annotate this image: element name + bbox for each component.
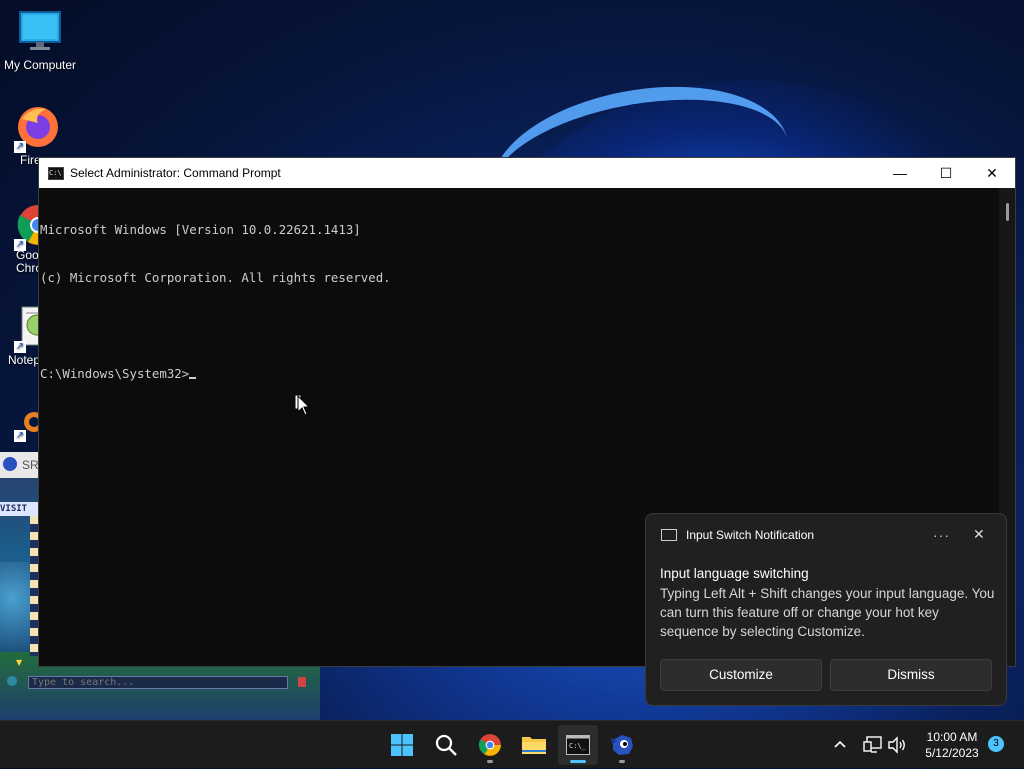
taskbar-sonic-game[interactable]	[602, 725, 642, 765]
notification-body: Typing Left Alt + Shift changes your inp…	[660, 586, 995, 639]
mouse-pointer-icon	[295, 394, 311, 416]
network-icon	[863, 736, 882, 753]
chrome-icon	[478, 734, 501, 756]
more-options-button[interactable]: ···	[933, 527, 950, 543]
customize-button[interactable]: Customize	[660, 659, 822, 691]
clock-time: 10:00 AM	[926, 730, 978, 744]
keyboard-icon	[661, 529, 677, 541]
shortcut-arrow-icon: ↗	[14, 141, 26, 153]
command-prompt-icon: C:\_	[566, 735, 590, 755]
search-icon	[435, 734, 457, 756]
notification-close-button[interactable]: ✕	[973, 526, 985, 543]
window-title: Select Administrator: Command Prompt	[70, 166, 281, 180]
taskbar-file-explorer[interactable]	[514, 725, 554, 765]
desktop-icon-app[interactable]: ↗	[0, 400, 40, 444]
game-list-strip	[30, 516, 38, 656]
input-switch-notification[interactable]: Input Switch Notification ··· ✕ Input la…	[645, 513, 1007, 706]
firefox-icon: ↗	[14, 105, 58, 153]
visit-label: VISIT	[0, 502, 40, 516]
start-icon	[391, 734, 413, 756]
console-prompt: C:\Windows\System32>	[40, 366, 190, 381]
taskbar-chrome[interactable]	[470, 725, 510, 765]
sonic-icon	[3, 457, 17, 471]
shortcut-arrow-icon: ↗	[14, 341, 26, 353]
desktop-icon-label: Goo Chro	[16, 248, 43, 275]
chevron-up-icon	[834, 740, 846, 748]
console-line: Microsoft Windows [Version 10.0.22621.14…	[40, 222, 361, 237]
game-tab-label: SR	[22, 458, 39, 472]
console-line: (c) Microsoft Corporation. All rights re…	[40, 270, 391, 285]
network-button[interactable]	[863, 721, 883, 769]
monitor-icon	[18, 10, 62, 54]
shortcut-arrow-icon: ↗	[14, 430, 26, 442]
start-button[interactable]	[382, 725, 422, 765]
desktop-icon-my-computer[interactable]: My Computer	[0, 10, 80, 72]
game-art	[0, 562, 30, 652]
clock[interactable]: 10:00 AM 5/12/2023	[912, 729, 992, 761]
notification-title: Input language switching	[660, 566, 809, 581]
scrollbar-thumb[interactable]	[1006, 203, 1009, 221]
volume-button[interactable]	[887, 721, 907, 769]
dismiss-button[interactable]: Dismiss	[830, 659, 992, 691]
game-status-icon	[7, 676, 17, 686]
text-cursor	[189, 377, 197, 379]
console-prompt-line: C:\Windows\System32>	[40, 366, 1015, 382]
app-shortcut-icon: ↗	[0, 400, 40, 444]
volume-icon	[888, 736, 905, 754]
taskbar-command-prompt[interactable]: C:\_	[558, 725, 598, 765]
maximize-button[interactable]: ☐	[923, 158, 969, 188]
desktop-icon-label: Notep	[8, 353, 41, 367]
caret-down-icon: ▼	[16, 658, 23, 667]
notification-app-name: Input Switch Notification	[686, 528, 815, 542]
command-prompt-icon: C:\	[48, 166, 64, 180]
desktop-icon-label: My Computer	[3, 58, 77, 72]
taskbar: C:\_ 10:00 AM 5/12/2023	[0, 720, 1024, 768]
command-prompt-titlebar[interactable]: C:\ Select Administrator: Command Prompt…	[39, 158, 1015, 188]
clock-date: 5/12/2023	[925, 746, 979, 760]
close-button[interactable]: ✕	[969, 158, 1015, 188]
running-indicator	[487, 760, 493, 763]
game-lock-icon[interactable]	[298, 677, 306, 687]
minimize-button[interactable]: —	[877, 158, 923, 188]
notification-header: Input Switch Notification	[661, 528, 814, 542]
running-indicator	[619, 760, 625, 763]
active-indicator	[570, 760, 586, 763]
sonic-game-icon	[611, 735, 633, 755]
shortcut-arrow-icon: ↗	[14, 239, 26, 251]
file-explorer-icon	[522, 737, 546, 754]
svg-text:C:\_: C:\_	[569, 742, 587, 750]
tray-overflow-button[interactable]	[832, 721, 848, 769]
notification-count-badge[interactable]: 3	[988, 736, 1004, 752]
taskbar-search-button[interactable]	[426, 725, 466, 765]
game-search-input[interactable]	[28, 676, 288, 689]
